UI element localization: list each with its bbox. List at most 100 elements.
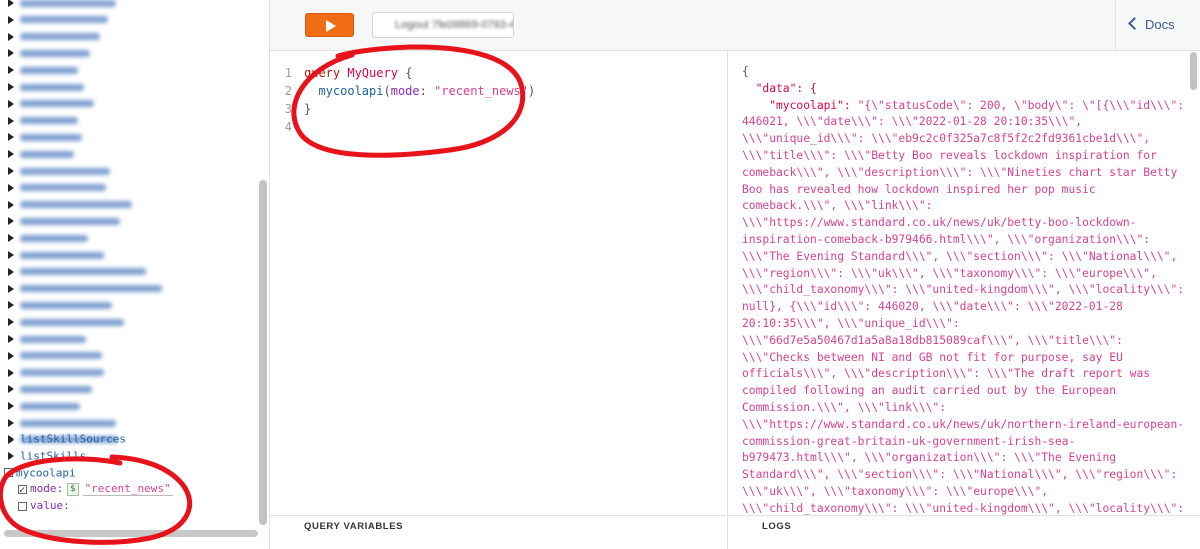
result-line: \\\"region\\\": \\\"uk\\\", \\\"taxonomy… [742,266,1182,283]
explorer-arg-mode[interactable]: mode:$"recent_news" [18,480,173,499]
argument-value-label: value: [30,499,70,513]
query-keyword: query [304,66,341,80]
explorer-item-label [20,234,88,242]
explorer-item[interactable] [8,145,74,162]
explorer-item[interactable] [8,11,108,28]
explorer-scrollbar[interactable] [259,180,267,525]
checkbox-checked-icon[interactable] [18,482,27,499]
explorer-item[interactable] [8,78,84,95]
code-line-2[interactable]: mycoolapi(mode: "recent_news") [304,82,535,100]
caret-right-icon [8,66,14,75]
caret-right-icon [8,284,14,293]
result-string: \\\"region\\\": \\\"uk\\\", \\\"taxonomy… [742,266,1157,280]
close-brace: } [304,102,312,116]
chevron-left-icon [1128,17,1141,30]
explorer-item-label [20,335,86,343]
explorer-item-label [20,419,116,427]
explorer-item[interactable] [8,229,88,246]
explorer-item[interactable] [8,212,120,229]
checkbox-checked-icon[interactable] [4,465,13,482]
explorer-item[interactable] [8,414,116,431]
query-variables-header[interactable]: QUERY VARIABLES [270,515,726,549]
logout-button[interactable]: Logout 7fe09869-0793-4bd8-8bf1-960a61973… [372,12,514,38]
explorer-item[interactable] [8,179,106,196]
result-string: compiled following an audit carried out … [742,384,1117,398]
logs-header[interactable]: LOGS [727,515,1200,549]
result-string: Boo has revealed how lockdown inspired h… [742,182,1096,196]
toolbar: Logout 7fe09869-0793-4bd8-8bf1-960a61973… [270,0,1200,51]
argument-mode-label: mode: [30,482,64,496]
explorer-item-list-skill-sources[interactable]: listSkillSources [8,430,126,447]
result-string: comeback.\\\", \\\"link\\\": [742,199,933,213]
explorer-item-mycoolapi[interactable]: mycoolapi [4,464,76,482]
explorer-item-list-skills[interactable]: listSkills [8,447,86,464]
explorer-item[interactable] [8,330,86,347]
explorer-item[interactable] [8,0,116,11]
explorer-item[interactable] [8,397,80,414]
caret-right-icon [8,15,14,24]
variable-toggle-button[interactable]: $ [67,482,79,496]
explorer-item-label [20,201,132,209]
explorer-item-label [20,352,102,360]
explorer-item-label [20,217,120,225]
caret-right-icon [8,251,14,259]
result-string: \\\"https://www.standard.co.uk/news/uk/b… [742,216,1137,230]
caret-right-icon [8,301,14,310]
line-number: 1 [284,66,292,80]
explorer-item[interactable] [8,128,82,145]
explorer-item-label: mycoolapi [16,466,76,480]
code-line-1[interactable]: query MyQuery { [304,64,412,82]
result-line: \\\"child_taxonomy\\\": \\\"united-kingd… [742,501,1184,515]
result-line: inspiration-comeback-b979466.html\\\", \… [742,232,1182,249]
explorer-item[interactable] [8,380,92,397]
result-line: comeback.\\\", \\\"link\\\": [742,198,1182,215]
explorer-item[interactable] [8,246,104,263]
explorer-item-label [20,402,80,410]
caret-right-icon [8,335,14,343]
explorer-item-label [20,184,106,192]
result-line: 20:10:35\\\", \\\"unique_id\\\": [742,316,1182,333]
explorer-item[interactable] [8,28,100,45]
result-line: "data": { [742,81,1182,98]
caret-right-icon [8,318,14,327]
explorer-item-label [20,369,104,377]
explorer-horizontal-scrollbar[interactable] [4,530,258,537]
explorer-item[interactable] [8,95,94,112]
result-string: \\\"66d7e5a50467d1a5a8a18db815089caf\\\"… [742,333,1123,347]
docs-label: Docs [1145,17,1175,32]
run-query-button[interactable] [305,13,354,37]
explorer-item[interactable] [8,196,132,213]
result-string: commission-great-britain-uk-government-i… [742,434,1076,448]
query-editor[interactable]: 1 2 3 4 query MyQuery { mycoolapi(mode: … [270,51,726,515]
docs-button[interactable]: Docs [1115,0,1200,50]
result-line: officials\\\", \\\"description\\\": \\\"… [742,366,1182,383]
result-line: commission-great-britain-uk-government-i… [742,434,1182,451]
explorer-item[interactable] [8,61,78,78]
result-string: \\\"uk\\\", \\\"taxonomy\\\": \\\"europe… [742,484,1049,498]
explorer-item-label [20,0,116,7]
result-line: compiled following an audit carried out … [742,383,1182,400]
mode-value-input[interactable]: "recent_news" [82,482,173,497]
explorer-item-label [20,33,100,41]
explorer-item[interactable] [8,347,102,364]
result-line: \\\"unique_id\\\": \\\"eb9c2c0f325a7c8f5… [742,131,1182,148]
explorer-item[interactable] [8,263,146,280]
result-line: \\\"https://www.standard.co.uk/news/uk/n… [742,417,1184,434]
caret-right-icon [8,351,14,360]
explorer-item[interactable] [8,364,104,381]
explorer-item[interactable] [8,313,124,330]
explorer-item[interactable] [8,44,90,61]
explorer-arg-value[interactable]: value: [18,497,70,514]
explorer-item[interactable] [8,112,78,129]
result-viewer[interactable]: { "data": { "mycoolapi": "{\"statusCode\… [727,51,1200,515]
checkbox-unchecked-icon[interactable] [18,501,27,511]
explorer-item[interactable] [8,296,112,313]
caret-right-icon [8,385,14,394]
query-argument: mode [390,84,420,98]
explorer-item-label [20,100,94,108]
result-line: \\\"https://www.standard.co.uk/news/uk/b… [742,215,1182,232]
result-scrollbar[interactable] [1190,52,1197,90]
explorer-item[interactable] [8,162,110,179]
code-line-3[interactable]: } [304,100,311,118]
explorer-item[interactable] [8,280,162,297]
